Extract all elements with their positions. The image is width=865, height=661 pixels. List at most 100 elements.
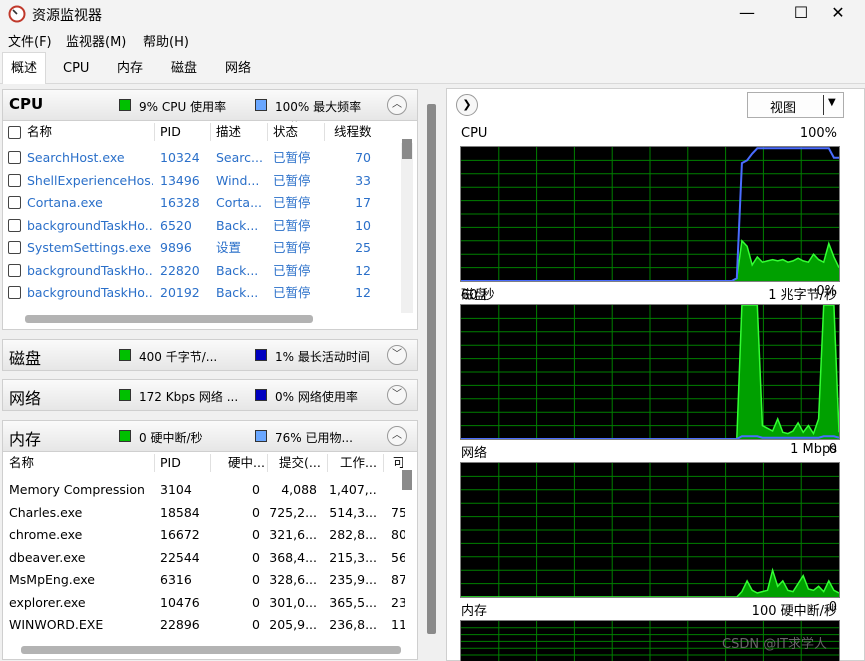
process-pid: 3104 [160,482,192,497]
disk-active-time-swatch [255,349,267,361]
disk-throughput-label: 400 千字节/... [139,350,218,364]
network-expand-icon[interactable]: ﹀ [387,385,407,405]
tab-network[interactable]: 网络 [217,53,259,84]
column-header-name[interactable]: 名称 [27,121,153,143]
column-header-threads[interactable]: 线程数 [334,121,384,143]
process-threads: 12 [355,285,371,300]
graph-max-disk: 1 兆字节/秒 [768,288,837,303]
memory-table-horizontal-scrollbar[interactable] [21,646,401,654]
process-pid: 6520 [160,217,192,233]
process-name: Memory Compression [9,482,145,497]
memory-process-table: 名称 PID 硬中... 提交(... 工作... 可 Memory Compr… [2,452,418,660]
memory-table-scroll-thumb[interactable] [402,470,412,490]
column-header-description[interactable]: 描述 [216,121,266,143]
process-pid: 9896 [160,240,192,255]
mem-column-header-commit[interactable]: 提交(... [279,452,323,474]
menu-file[interactable]: 文件(F) [8,31,52,50]
process-name: Charles.exe [9,504,83,520]
row-checkbox[interactable] [8,151,21,164]
disk-section-title: 磁盘 [9,349,42,368]
process-name: backgroundTaskHo... [27,285,153,300]
process-description: Back... [216,217,259,233]
menu-bar [0,28,865,52]
tab-overview[interactable]: 概述 [2,52,47,84]
cpu-collapse-icon[interactable]: ︿ [387,95,407,115]
network-section-header[interactable]: 网络 172 Kbps 网络 ... 0% 网络使用率 ﹀ [2,379,418,411]
close-button[interactable]: ✕ [811,0,865,28]
process-pid: 16672 [160,527,200,542]
memory-section-header[interactable]: 内存 0 硬中断/秒 76% 已用物... ︿ [2,420,418,452]
process-description: Searc... [216,150,263,165]
process-working-set: 514,3... [329,504,377,520]
process-commit: 4,088 [281,482,317,497]
process-pid: 10324 [160,150,200,165]
process-working-set: 236,8... [329,617,377,632]
view-dropdown-label: 视图 [770,101,797,116]
network-section-title: 网络 [9,389,42,408]
process-commit: 368,4... [269,549,317,565]
row-checkbox[interactable] [8,218,21,232]
row-checkbox[interactable] [8,241,21,254]
process-shareable: 80 [391,527,405,542]
memory-used-swatch [255,430,267,442]
process-hard-faults: 0 [252,617,260,632]
row-checkbox[interactable] [8,286,21,299]
cpu-table-scroll-thumb[interactable] [402,139,412,159]
process-description: Wind... [216,172,260,188]
process-shareable: 75 [391,504,405,520]
cpu-section-header[interactable]: CPU 9% CPU 使用率 100% 最大频率 ︿ [2,89,418,121]
network-throughput-label: 172 Kbps 网络 ... [139,390,239,404]
process-threads: 17 [355,195,371,210]
column-header-pid[interactable]: PID [160,121,208,143]
left-panel-scroll-thumb[interactable] [427,104,436,634]
disk-active-time-label: 1% 最长活动时间 [275,350,370,364]
minimize-button[interactable]: — [720,0,774,28]
process-name: backgroundTaskHo... [27,262,153,278]
row-checkbox[interactable] [8,173,21,187]
cpu-table-horizontal-scrollbar[interactable] [25,315,313,323]
tab-memory[interactable]: 内存 [109,53,151,84]
graph-title-cpu: CPU [461,126,488,141]
process-commit: 328,6... [269,572,317,587]
disk-section-header[interactable]: 磁盘 400 千字节/... 1% 最长活动时间 ﹀ [2,339,418,371]
tab-disk[interactable]: 磁盘 [163,53,205,84]
memory-collapse-icon[interactable]: ︿ [387,426,407,446]
process-threads: 25 [355,240,371,255]
cpu-table-vertical-scrollbar[interactable] [401,143,413,313]
process-commit: 205,9... [269,617,317,632]
memory-used-label: 76% 已用物... [275,431,353,445]
view-dropdown-caret-icon[interactable]: ▼ [828,97,836,108]
process-commit: 725,2... [269,504,317,520]
collapse-graphs-chevron-right-icon[interactable]: ❯ [456,94,478,116]
process-description: Back... [216,262,259,278]
mem-column-header-hard-faults[interactable]: 硬中... [228,452,268,474]
menu-help[interactable]: 帮助(H) [143,31,189,50]
select-all-checkbox[interactable] [8,126,21,139]
row-checkbox[interactable] [8,196,21,209]
process-pid: 16328 [160,195,200,210]
process-name: explorer.exe [9,594,86,610]
tab-cpu[interactable]: CPU [55,53,97,84]
mem-column-header-working-set[interactable]: 工作... [340,452,378,474]
process-shareable: 23 [391,594,405,610]
row-checkbox[interactable] [8,263,21,277]
graph-title-network: 网络 [461,446,488,461]
process-name: backgroundTaskHo... [27,217,153,233]
process-name: chrome.exe [9,527,83,542]
process-status: 已暂停 [273,262,311,278]
process-name: SearchHost.exe [27,150,125,165]
column-header-status[interactable]: 状态 [273,121,323,143]
cpu-max-frequency-swatch [255,99,267,111]
process-name: SystemSettings.exe [27,240,152,255]
disk-expand-icon[interactable]: ﹀ [387,345,407,365]
process-shareable: 87 [391,572,405,587]
memory-hard-faults-label: 0 硬中断/秒 [139,431,203,445]
sort-indicator-icon: ^ [291,121,298,127]
process-name: ShellExperienceHos... [27,172,153,188]
menu-monitor[interactable]: 监视器(M) [66,31,126,50]
process-shareable: 11 [391,617,405,632]
process-status: 已暂停 [273,150,311,165]
process-hard-faults: 0 [252,549,260,565]
mem-column-header-pid[interactable]: PID [160,452,205,474]
mem-column-header-name[interactable]: 名称 [9,452,149,474]
